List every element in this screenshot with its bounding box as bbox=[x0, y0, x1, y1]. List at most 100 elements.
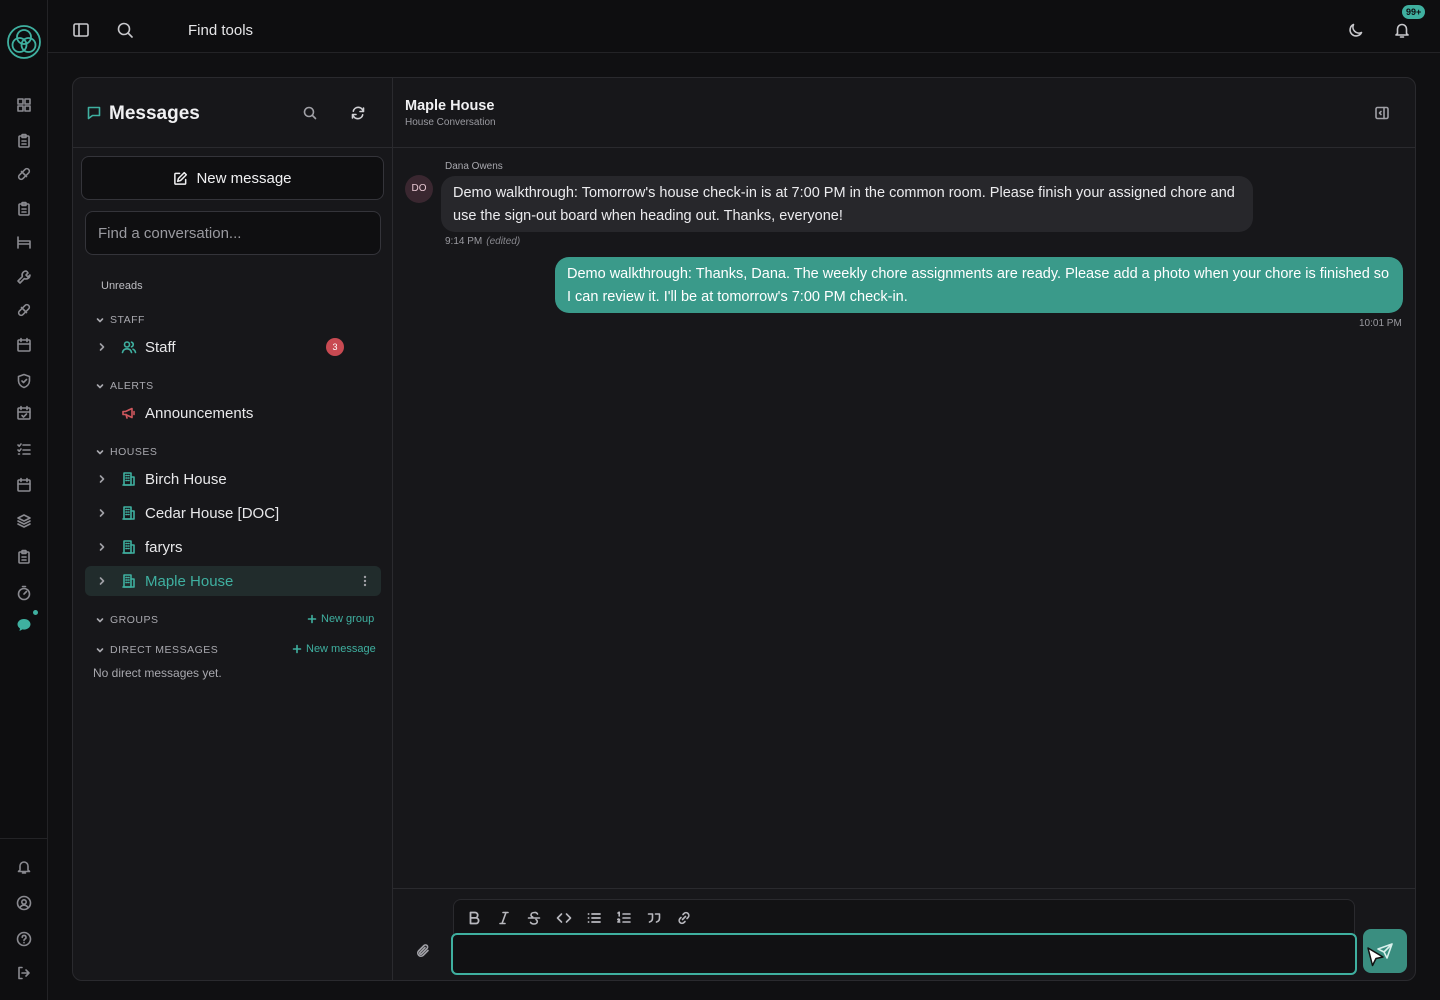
search-icon[interactable] bbox=[302, 105, 318, 121]
layers-icon[interactable] bbox=[16, 513, 32, 529]
new-message-button[interactable]: New message bbox=[81, 156, 384, 200]
conversation-item-announcements[interactable]: Announcements bbox=[85, 398, 381, 428]
new-group-label: New group bbox=[321, 613, 375, 625]
conversation-item-cedar-house[interactable]: Cedar House [DOC] bbox=[85, 498, 381, 528]
help-icon[interactable] bbox=[16, 931, 32, 947]
left-rail bbox=[0, 0, 48, 1000]
conversation-subtitle: House Conversation bbox=[405, 117, 496, 128]
new-dm-label: New message bbox=[306, 643, 376, 655]
conversation-label: Maple House bbox=[145, 573, 234, 590]
avatar[interactable]: DO bbox=[405, 175, 433, 203]
section-groups-label: GROUPS bbox=[110, 614, 159, 626]
plus-icon bbox=[307, 614, 317, 624]
search-icon[interactable] bbox=[116, 21, 134, 39]
calendar-icon[interactable] bbox=[16, 337, 32, 353]
section-groups[interactable]: GROUPS bbox=[95, 614, 159, 626]
list-check-icon[interactable] bbox=[16, 441, 32, 457]
formatting-toolbar bbox=[453, 899, 1355, 935]
refresh-icon[interactable] bbox=[350, 105, 366, 121]
building-icon bbox=[122, 506, 135, 520]
mouse-cursor bbox=[1367, 947, 1384, 967]
chevron-right-icon[interactable] bbox=[96, 473, 108, 485]
sidebar-toggle-icon[interactable] bbox=[72, 21, 90, 39]
chevron-right-icon[interactable] bbox=[96, 341, 108, 353]
clipboard-icon[interactable] bbox=[16, 133, 32, 149]
user-circle-icon[interactable] bbox=[16, 895, 32, 911]
moon-icon[interactable] bbox=[1347, 21, 1365, 39]
timer-icon[interactable] bbox=[16, 585, 32, 601]
section-houses[interactable]: HOUSES bbox=[95, 446, 157, 458]
find-conversation-input[interactable] bbox=[85, 211, 381, 255]
conversation-item-faryrs[interactable]: faryrs bbox=[85, 532, 381, 562]
calendar-icon[interactable] bbox=[16, 477, 32, 493]
building-icon bbox=[122, 540, 135, 554]
message-bubble-incoming[interactable]: Demo walkthrough: Tomorrow's house check… bbox=[441, 176, 1253, 232]
app-logo[interactable] bbox=[6, 24, 42, 60]
code-icon[interactable] bbox=[556, 910, 572, 926]
logout-icon[interactable] bbox=[16, 965, 32, 981]
clipboard-icon[interactable] bbox=[16, 201, 32, 217]
message-square-icon bbox=[86, 105, 102, 121]
bed-icon[interactable] bbox=[16, 234, 32, 250]
megaphone-icon bbox=[122, 407, 135, 419]
chat-unread-dot bbox=[33, 610, 38, 615]
conversation-item-birch-house[interactable]: Birch House bbox=[85, 464, 381, 494]
section-direct-label: DIRECT MESSAGES bbox=[110, 644, 219, 656]
bell-icon[interactable] bbox=[16, 859, 32, 875]
more-vertical-icon[interactable] bbox=[358, 574, 372, 588]
conversation-item-staff[interactable]: Staff 3 bbox=[85, 332, 381, 362]
shield-icon[interactable] bbox=[16, 373, 32, 389]
bell-icon[interactable] bbox=[1393, 21, 1411, 39]
bold-icon[interactable] bbox=[466, 910, 482, 926]
quote-icon[interactable] bbox=[646, 910, 662, 926]
sidebar-header: Messages bbox=[73, 78, 393, 148]
clipboard-icon[interactable] bbox=[16, 549, 32, 565]
users-icon bbox=[121, 341, 137, 354]
chat-icon[interactable] bbox=[16, 617, 32, 633]
italic-icon[interactable] bbox=[496, 910, 512, 926]
top-bar: Find tools 99+ bbox=[48, 0, 1440, 53]
find-tools-button[interactable]: Find tools bbox=[188, 22, 253, 39]
calendar-check-icon[interactable] bbox=[16, 405, 32, 421]
new-group-button[interactable]: New group bbox=[307, 613, 374, 625]
section-direct-messages[interactable]: DIRECT MESSAGES bbox=[95, 644, 218, 656]
new-message-label: New message bbox=[196, 169, 292, 187]
chevron-right-icon[interactable] bbox=[96, 575, 108, 587]
chevron-down-icon bbox=[96, 618, 104, 623]
conversation-label: Cedar House [DOC] bbox=[145, 505, 280, 522]
unread-count-badge: 3 bbox=[326, 338, 344, 356]
pill-icon[interactable] bbox=[16, 302, 32, 318]
unreads-filter[interactable]: Unreads bbox=[101, 280, 143, 292]
chevron-right-icon[interactable] bbox=[96, 507, 108, 519]
rail-divider bbox=[0, 838, 47, 839]
plus-icon bbox=[292, 644, 302, 654]
building-icon bbox=[122, 472, 135, 486]
section-staff-label: STAFF bbox=[110, 314, 145, 326]
message-input[interactable] bbox=[451, 933, 1357, 975]
new-direct-message-button[interactable]: New message bbox=[292, 643, 376, 655]
grid-icon[interactable] bbox=[16, 97, 32, 113]
section-staff[interactable]: STAFF bbox=[95, 314, 145, 326]
conversation-label: Staff bbox=[145, 339, 176, 356]
numbered-list-icon[interactable] bbox=[616, 910, 632, 926]
conversation-view: Maple House House Conversation Dana Owen… bbox=[393, 78, 1415, 980]
wrench-icon[interactable] bbox=[16, 269, 32, 285]
chevron-down-icon bbox=[96, 318, 104, 323]
link-icon[interactable] bbox=[676, 910, 692, 926]
paperclip-icon[interactable] bbox=[415, 943, 431, 959]
message-composer bbox=[393, 888, 1415, 980]
pill-icon[interactable] bbox=[16, 166, 32, 182]
message-meta: 9:14 PM (edited) bbox=[445, 236, 520, 247]
conversation-header: Maple House House Conversation bbox=[393, 78, 1415, 148]
strikethrough-icon[interactable] bbox=[526, 910, 542, 926]
conversation-item-maple-house[interactable]: Maple House bbox=[85, 566, 381, 596]
panel-toggle-icon[interactable] bbox=[1374, 105, 1390, 121]
edited-label: (edited) bbox=[486, 236, 521, 247]
message-bubble-outgoing[interactable]: Demo walkthrough: Thanks, Dana. The week… bbox=[555, 257, 1403, 313]
empty-direct-messages: No direct messages yet. bbox=[93, 666, 222, 680]
chevron-right-icon[interactable] bbox=[96, 541, 108, 553]
section-alerts[interactable]: ALERTS bbox=[95, 380, 154, 392]
conversation-label: Birch House bbox=[145, 471, 227, 488]
bullet-list-icon[interactable] bbox=[586, 910, 602, 926]
notification-badge: 99+ bbox=[1402, 5, 1426, 19]
